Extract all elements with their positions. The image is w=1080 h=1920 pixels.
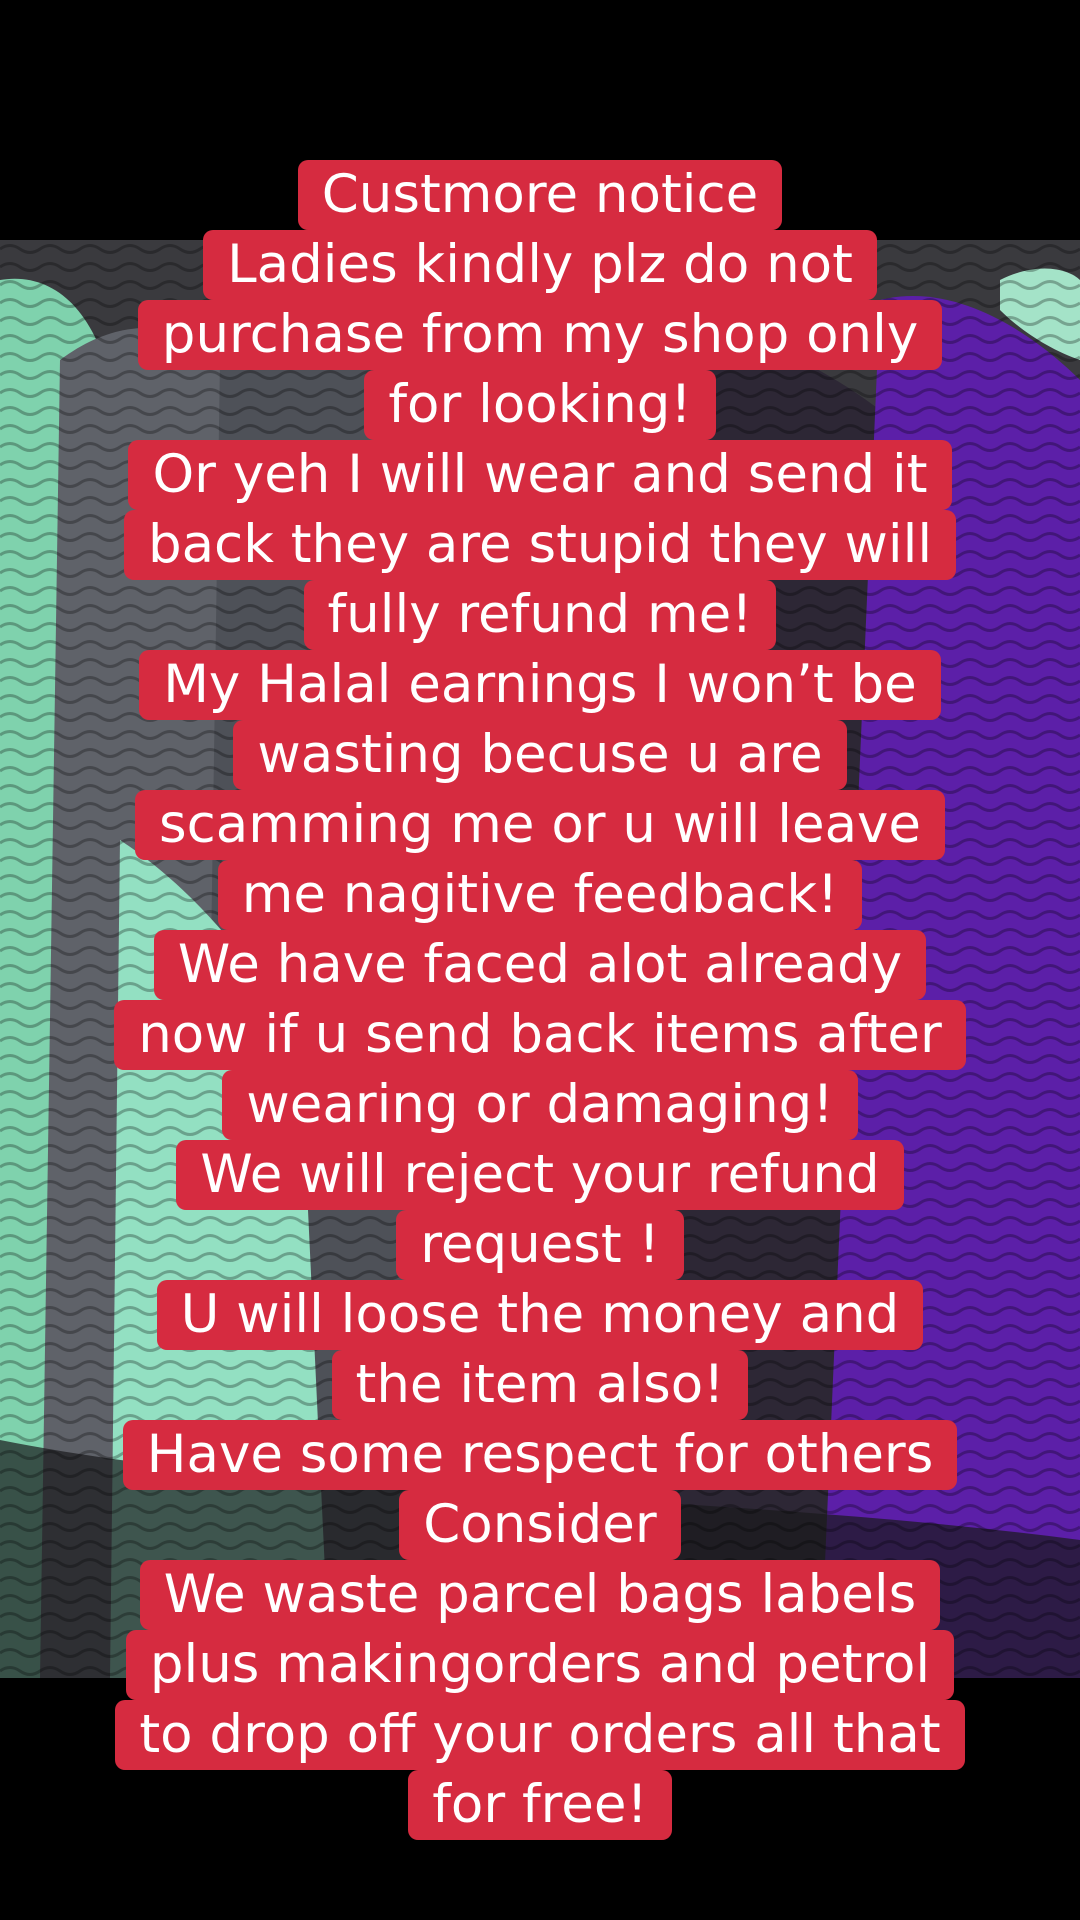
caption-text: Have some respect for others [122, 1420, 958, 1490]
caption-line: We have faced alot already [0, 930, 1080, 1000]
caption-line: for looking! [0, 370, 1080, 440]
caption-line: scamming me or u will leave [0, 790, 1080, 860]
caption-text: We will reject your refund [176, 1140, 904, 1210]
caption-line: for free! [0, 1770, 1080, 1840]
caption-text: Ladies kindly plz do not [203, 230, 877, 300]
caption-line: Custmore notice [0, 160, 1080, 230]
caption-line: fully refund me! [0, 580, 1080, 650]
caption-text: back they are stupid they will [123, 510, 957, 580]
caption-text: Custmore notice [297, 160, 783, 230]
caption-line: request ! [0, 1210, 1080, 1280]
caption-line: My Halal earnings I won’t be [0, 650, 1080, 720]
caption-text: We waste parcel bags labels [139, 1560, 941, 1630]
caption-text: for free! [408, 1770, 672, 1840]
caption-text: Or yeh I will wear and send it [128, 440, 952, 510]
caption-line: wearing or damaging! [0, 1070, 1080, 1140]
caption-text: wearing or damaging! [222, 1070, 858, 1140]
caption-text: now if u send back items after [114, 1000, 966, 1070]
caption-line: back they are stupid they will [0, 510, 1080, 580]
caption-text: the item also! [331, 1350, 749, 1420]
caption-text: request ! [396, 1210, 684, 1280]
caption-text: We have faced alot already [153, 930, 927, 1000]
caption-text: scamming me or u will leave [134, 790, 946, 860]
caption-text: to drop off your orders all that [115, 1700, 965, 1770]
caption-line: me nagitive feedback! [0, 860, 1080, 930]
caption-text: Consider [399, 1490, 681, 1560]
caption-text: me nagitive feedback! [217, 860, 863, 930]
caption-text: for looking! [364, 370, 716, 440]
caption-overlay: Custmore notice Ladies kindly plz do not… [0, 160, 1080, 1840]
caption-line: U will loose the money and [0, 1280, 1080, 1350]
caption-text: fully refund me! [303, 580, 777, 650]
caption-line: Consider [0, 1490, 1080, 1560]
caption-line: the item also! [0, 1350, 1080, 1420]
caption-line: to drop off your orders all that [0, 1700, 1080, 1770]
caption-text: My Halal earnings I won’t be [139, 650, 941, 720]
caption-line: Ladies kindly plz do not [0, 230, 1080, 300]
caption-line: purchase from my shop only [0, 300, 1080, 370]
caption-line: We will reject your refund [0, 1140, 1080, 1210]
caption-text: plus makingorders and petrol [125, 1630, 955, 1700]
caption-line: Have some respect for others [0, 1420, 1080, 1490]
caption-text: purchase from my shop only [137, 300, 943, 370]
caption-line: plus makingorders and petrol [0, 1630, 1080, 1700]
caption-text: U will loose the money and [156, 1280, 924, 1350]
caption-line: now if u send back items after [0, 1000, 1080, 1070]
caption-line: Or yeh I will wear and send it [0, 440, 1080, 510]
caption-text: wasting becuse u are [233, 720, 847, 790]
caption-line: We waste parcel bags labels [0, 1560, 1080, 1630]
caption-line: wasting becuse u are [0, 720, 1080, 790]
